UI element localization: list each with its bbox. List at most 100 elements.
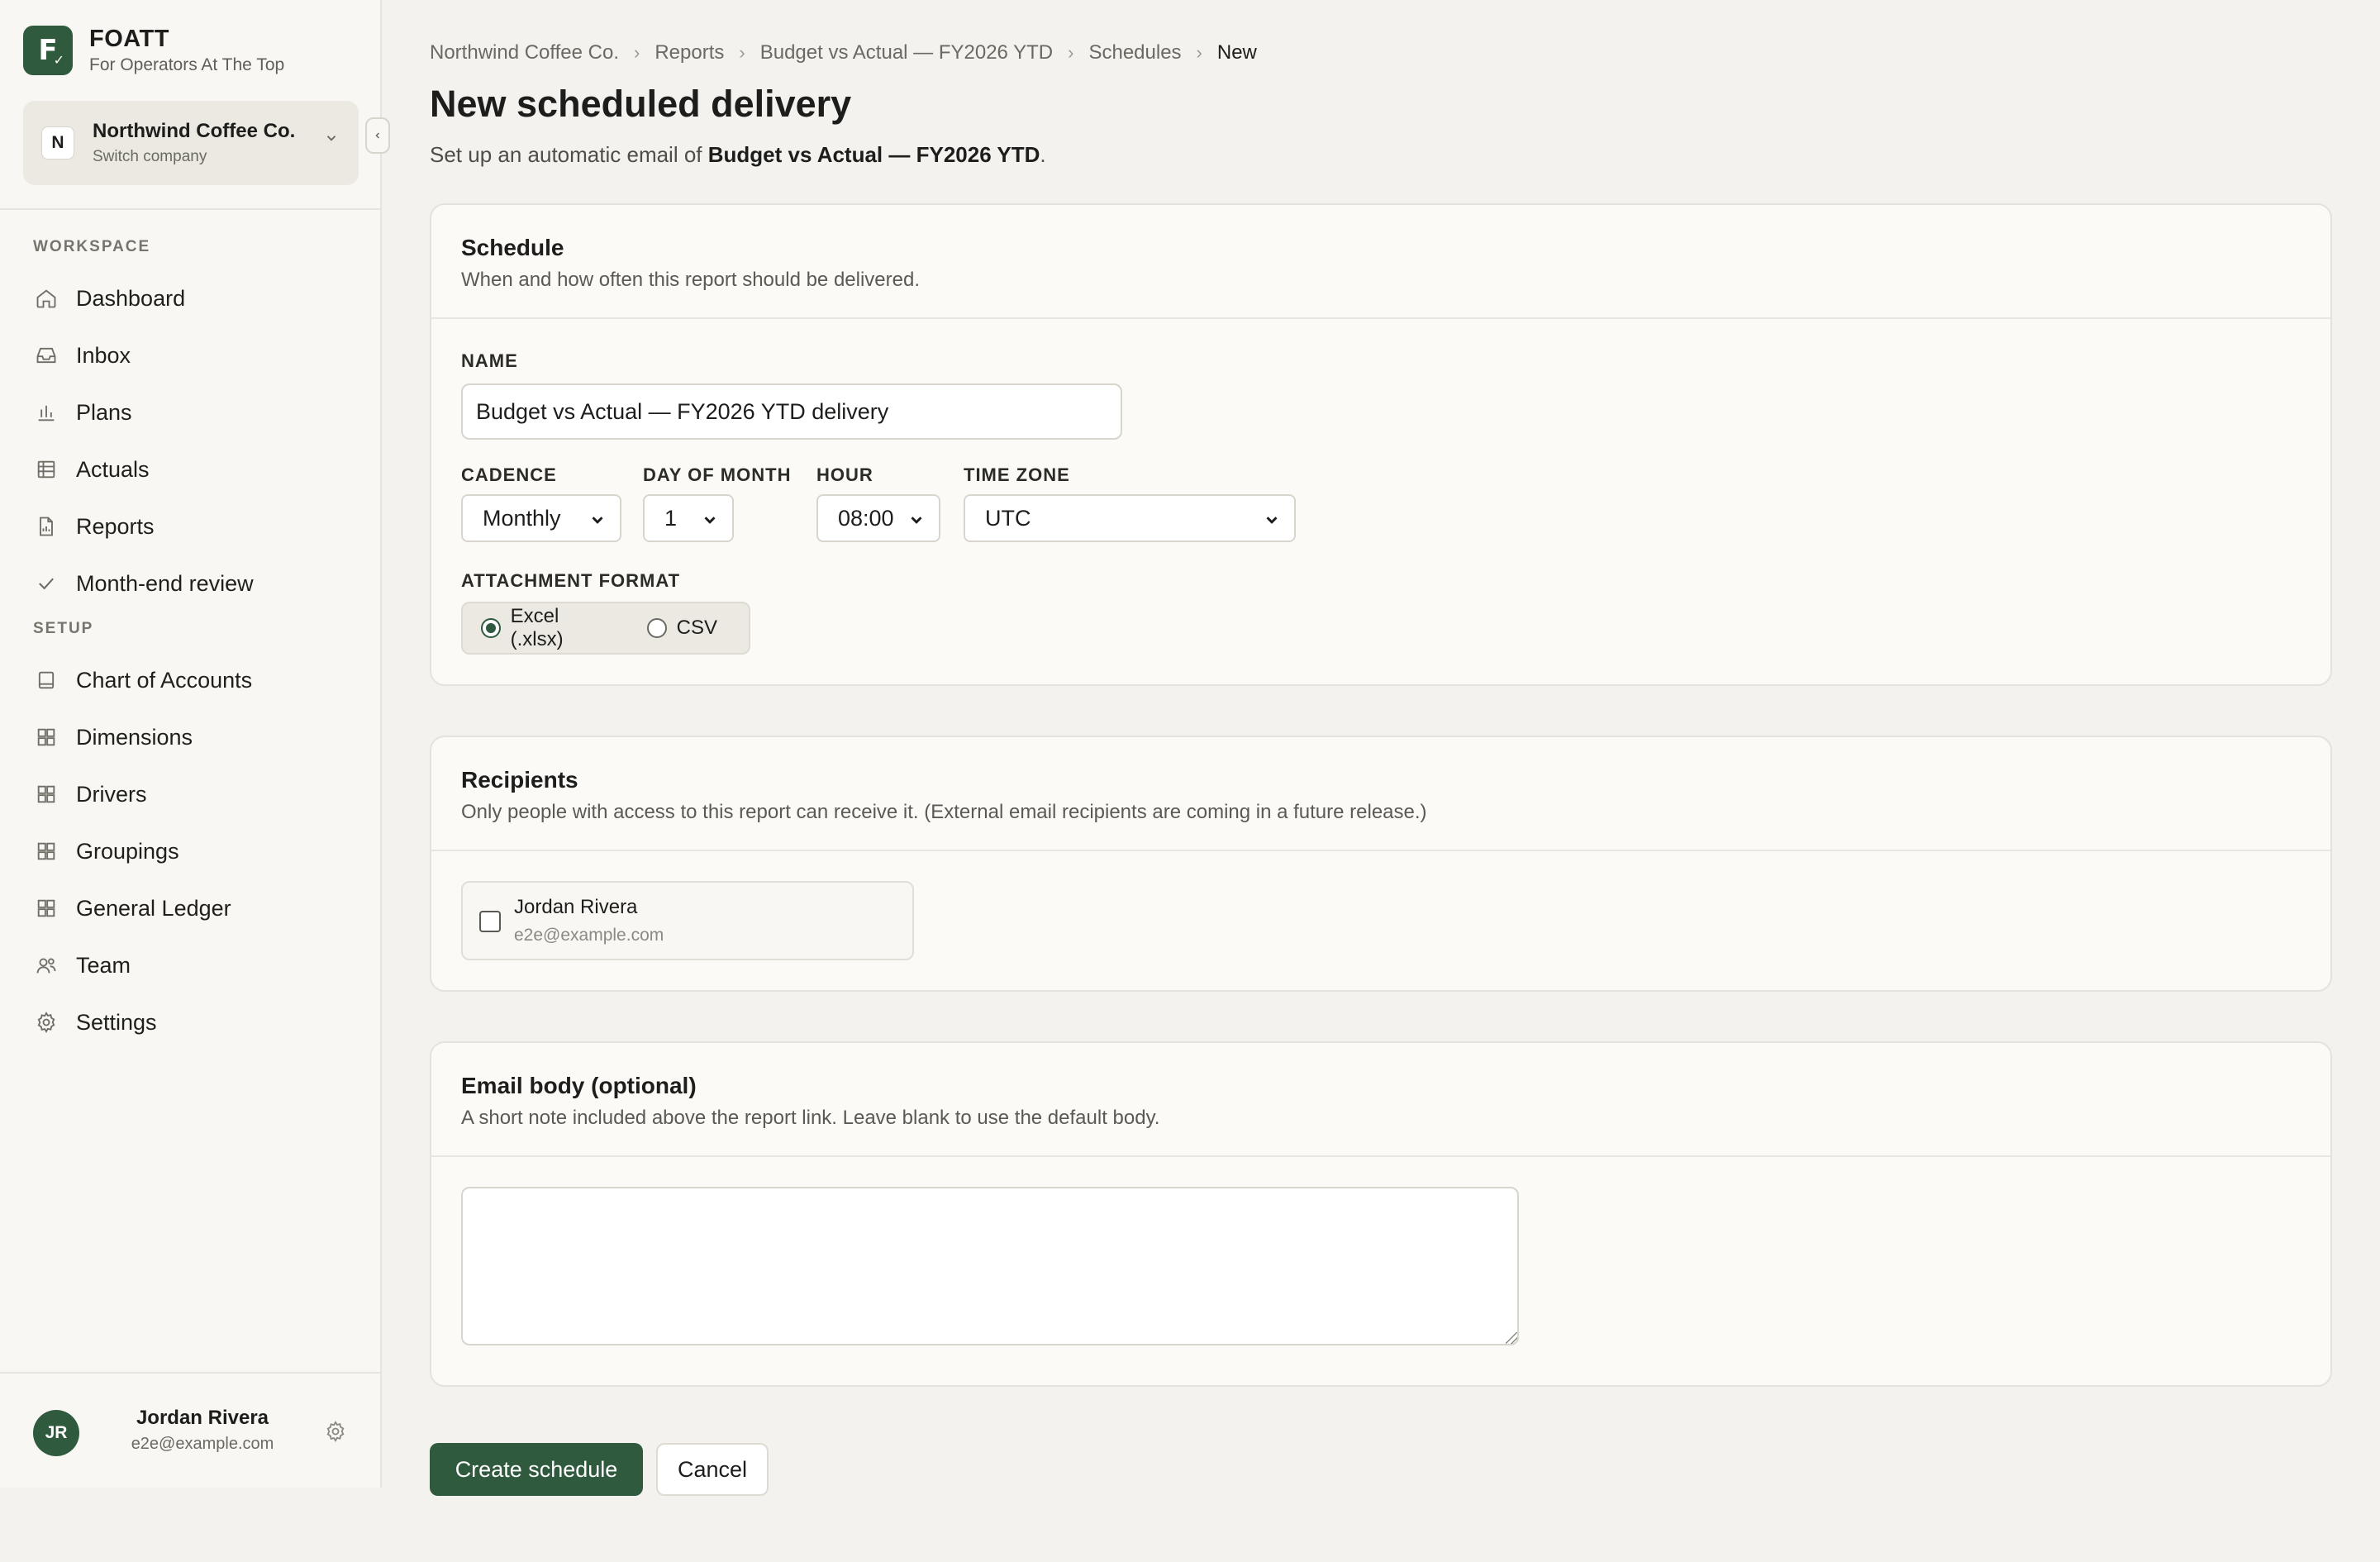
name-label: NAME bbox=[461, 350, 518, 371]
day-of-month-label: DAY OF MONTH bbox=[643, 464, 792, 485]
day-of-month-select[interactable]: 1 bbox=[643, 494, 734, 542]
name-input[interactable] bbox=[461, 383, 1122, 440]
home-icon bbox=[33, 285, 60, 312]
breadcrumb-item-schedules[interactable]: Schedules bbox=[1088, 41, 1181, 64]
hour-select[interactable]: 08:00 bbox=[816, 494, 940, 542]
grid-icon bbox=[33, 838, 60, 864]
file-chart-icon bbox=[33, 513, 60, 540]
brand-name: FOATT bbox=[89, 26, 169, 52]
email-body-card-title: Email body (optional) bbox=[461, 1073, 697, 1098]
sidebar-item-label: Dimensions bbox=[76, 724, 193, 750]
chevron-down-icon bbox=[592, 517, 603, 524]
recipient-name: Jordan Rivera bbox=[514, 896, 638, 918]
page-subtitle-suffix: . bbox=[1040, 142, 1046, 167]
radio-selected-icon[interactable] bbox=[481, 618, 501, 638]
grid-icon bbox=[33, 724, 60, 750]
company-switch-label: Switch company bbox=[93, 147, 207, 165]
hour-label: HOUR bbox=[816, 464, 873, 485]
format-option-label: CSV bbox=[676, 617, 717, 639]
sidebar-item-drivers[interactable]: Drivers bbox=[23, 771, 359, 817]
format-option-xlsx[interactable]: Excel (.xlsx) bbox=[481, 605, 616, 651]
sidebar-item-settings[interactable]: Settings bbox=[23, 999, 359, 1045]
grid-icon bbox=[33, 895, 60, 921]
cadence-label: CADENCE bbox=[461, 464, 557, 485]
page-subtitle-prefix: Set up an automatic email of bbox=[430, 142, 708, 167]
breadcrumb-item-company[interactable]: Northwind Coffee Co. bbox=[430, 41, 619, 64]
user-panel: JR Jordan Rivera e2e@example.com bbox=[0, 1372, 382, 1488]
recipient-checkbox[interactable] bbox=[479, 911, 501, 932]
breadcrumb-item-reports[interactable]: Reports bbox=[654, 41, 724, 64]
sidebar-item-label: Chart of Accounts bbox=[76, 667, 253, 693]
cadence-select[interactable]: Monthly bbox=[461, 494, 621, 542]
inbox-icon bbox=[33, 342, 60, 369]
chevron-left-icon bbox=[375, 132, 380, 139]
company-name: Northwind Coffee Co. bbox=[93, 119, 296, 142]
avatar[interactable]: JR bbox=[33, 1410, 79, 1456]
email-body-card-header: Email body (optional) A short note inclu… bbox=[431, 1043, 2330, 1157]
app-root: F ✓ FOATT For Operators At The Top N Nort… bbox=[0, 0, 2380, 1496]
sidebar-item-label: Settings bbox=[76, 1009, 157, 1035]
sidebar-item-label: Reports bbox=[76, 513, 155, 539]
section-label-setup: SETUP bbox=[33, 620, 94, 637]
user-settings-gear-icon[interactable] bbox=[324, 1420, 347, 1447]
radio-unselected-icon[interactable] bbox=[646, 618, 667, 638]
cancel-button[interactable]: Cancel bbox=[656, 1443, 769, 1496]
sidebar-item-label: Inbox bbox=[76, 342, 131, 368]
sidebar-item-label: Team bbox=[76, 952, 131, 978]
schedule-card-description: When and how often this report should be… bbox=[461, 269, 921, 291]
chevron-down-icon bbox=[326, 136, 336, 141]
chevron-down-icon bbox=[1266, 517, 1278, 524]
sidebar-item-label: Month-end review bbox=[76, 570, 254, 596]
user-name: Jordan Rivera bbox=[136, 1407, 269, 1429]
page-subtitle-report: Budget vs Actual — FY2026 YTD bbox=[707, 142, 1040, 167]
sidebar-item-month-end-review[interactable]: Month-end review bbox=[23, 560, 359, 607]
time-zone-select-value: UTC bbox=[985, 505, 1031, 531]
attachment-format-radio-group: Excel (.xlsx) CSV bbox=[461, 602, 750, 655]
section-label-workspace: WORKSPACE bbox=[33, 238, 151, 255]
book-icon bbox=[33, 667, 60, 693]
format-option-csv[interactable]: CSV bbox=[646, 617, 717, 640]
grid-icon bbox=[33, 781, 60, 807]
sidebar-item-dashboard[interactable]: Dashboard bbox=[23, 275, 359, 321]
chevron-right-icon: › bbox=[1196, 42, 1202, 63]
time-zone-label: TIME ZONE bbox=[964, 464, 1070, 485]
schedule-card-header: Schedule When and how often this report … bbox=[431, 205, 2330, 319]
chevron-down-icon bbox=[911, 517, 922, 524]
sidebar-item-team[interactable]: Team bbox=[23, 942, 359, 988]
recipients-card-header: Recipients Only people with access to th… bbox=[431, 737, 2330, 851]
sidebar-item-plans[interactable]: Plans bbox=[23, 389, 359, 436]
collapse-sidebar-button[interactable] bbox=[365, 117, 390, 154]
schedule-card-title: Schedule bbox=[461, 235, 564, 260]
recipient-item[interactable]: Jordan Rivera e2e@example.com bbox=[461, 881, 914, 960]
breadcrumb: Northwind Coffee Co. › Reports › Budget … bbox=[430, 41, 1257, 64]
page-subtitle: Set up an automatic email of Budget vs A… bbox=[430, 142, 1046, 168]
table-icon bbox=[33, 456, 60, 483]
breadcrumb-item-report[interactable]: Budget vs Actual — FY2026 YTD bbox=[760, 41, 1053, 64]
users-icon bbox=[33, 952, 60, 979]
sidebar-item-label: Dashboard bbox=[76, 285, 186, 311]
brand-tagline: For Operators At The Top bbox=[89, 55, 285, 74]
email-body-textarea[interactable] bbox=[461, 1187, 1519, 1345]
hour-select-value: 08:00 bbox=[838, 505, 894, 531]
sidebar-item-actuals[interactable]: Actuals bbox=[23, 446, 359, 493]
time-zone-select[interactable]: UTC bbox=[964, 494, 1296, 542]
company-switcher[interactable]: N Northwind Coffee Co. Switch company bbox=[23, 101, 359, 185]
brand-logo-icon: F ✓ bbox=[23, 26, 73, 75]
email-body-card: Email body (optional) A short note inclu… bbox=[430, 1041, 2332, 1387]
breadcrumb-item-current: New bbox=[1216, 41, 1257, 64]
sidebar-item-groupings[interactable]: Groupings bbox=[23, 828, 359, 874]
sidebar-item-general-ledger[interactable]: General Ledger bbox=[23, 885, 359, 931]
resize-handle-icon[interactable] bbox=[1506, 1332, 1517, 1344]
create-schedule-button[interactable]: Create schedule bbox=[430, 1443, 643, 1496]
sidebar-item-reports[interactable]: Reports bbox=[23, 503, 359, 550]
check-icon bbox=[33, 570, 60, 597]
sidebar: F ✓ FOATT For Operators At The Top N Nort… bbox=[0, 0, 390, 1488]
chevron-right-icon: › bbox=[739, 42, 745, 63]
day-of-month-select-value: 1 bbox=[664, 505, 678, 531]
sidebar-item-inbox[interactable]: Inbox bbox=[23, 332, 359, 379]
sidebar-item-chart-of-accounts[interactable]: Chart of Accounts bbox=[23, 657, 359, 703]
sidebar-item-dimensions[interactable]: Dimensions bbox=[23, 714, 359, 760]
brand[interactable]: F ✓ FOATT For Operators At The Top bbox=[23, 25, 284, 76]
company-badge: N bbox=[41, 126, 74, 160]
cadence-select-value: Monthly bbox=[483, 505, 561, 531]
